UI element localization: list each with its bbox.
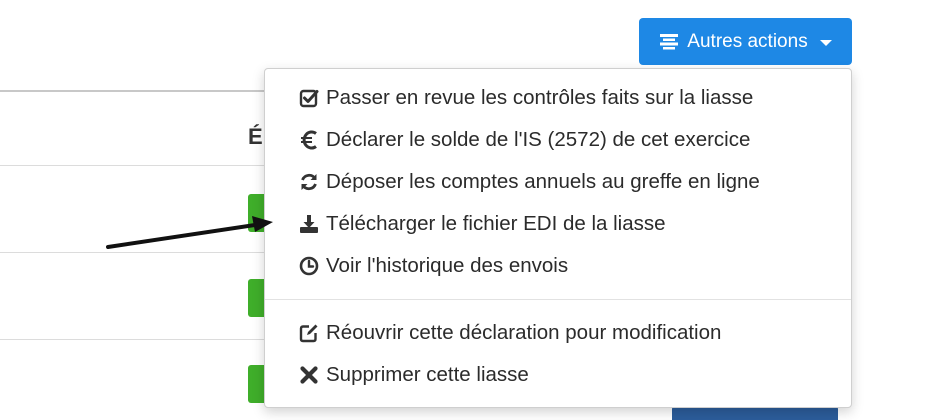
annotation-arrow — [106, 216, 273, 249]
